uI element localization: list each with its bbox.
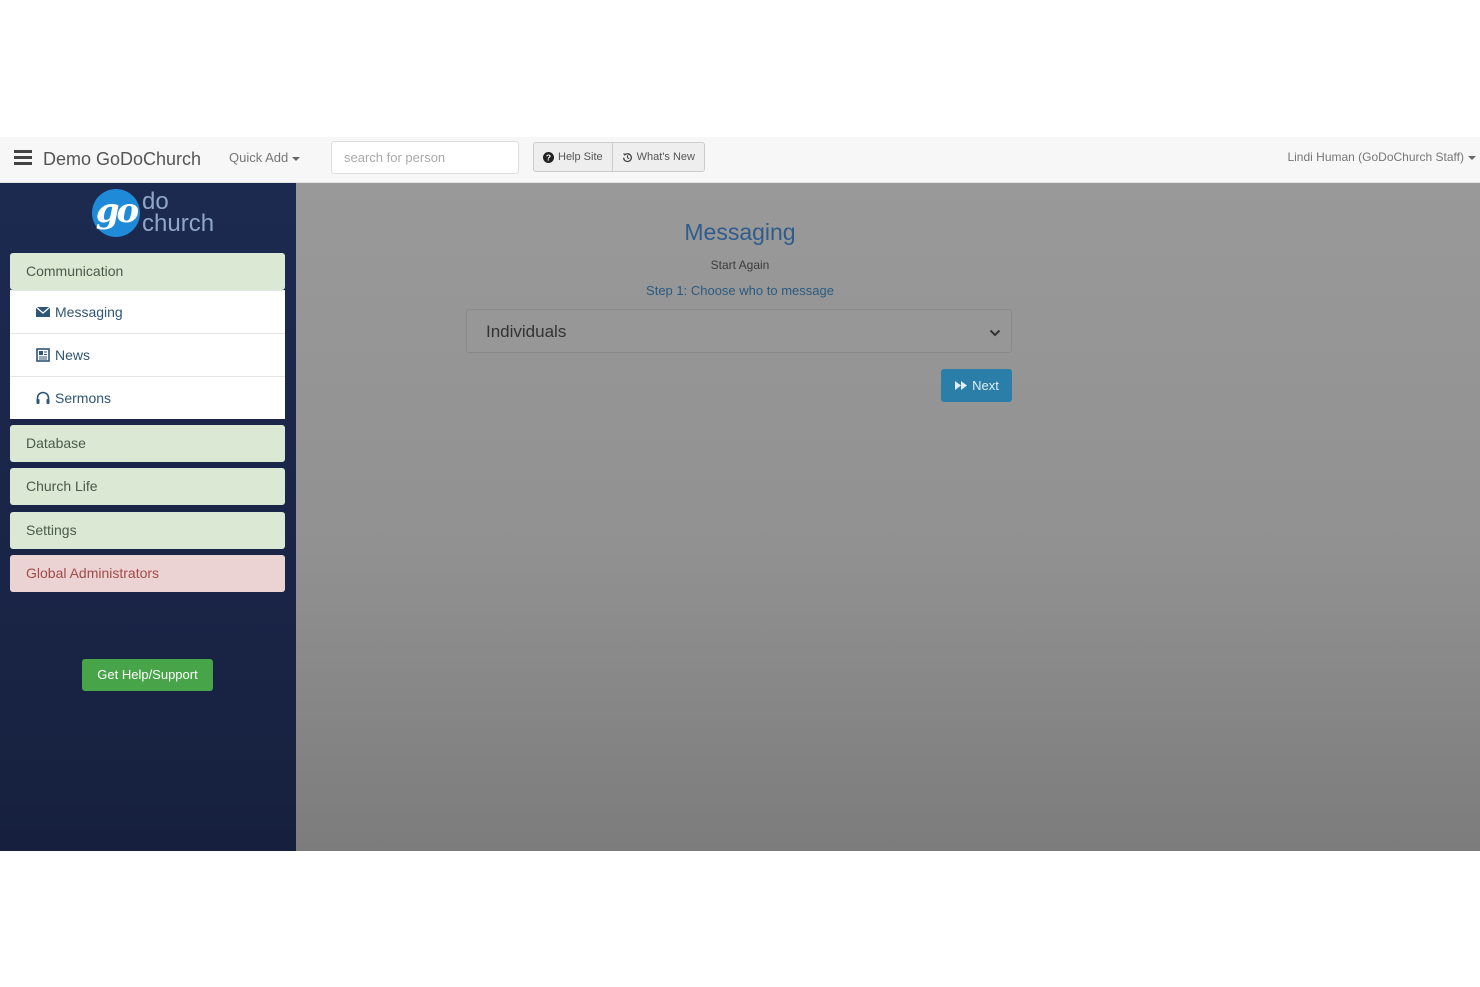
sidebar-item-database[interactable]: Database (10, 425, 285, 462)
logo-text-church: church (142, 210, 215, 237)
messaging-label: Messaging (55, 304, 123, 320)
global-admins-menu: Global Administrators (10, 555, 285, 592)
sidebar: go do church Communication Messaging New… (0, 183, 296, 851)
start-again-link[interactable]: Start Again (296, 258, 1184, 272)
sidebar-item-messaging[interactable]: Messaging (10, 290, 285, 333)
step-instruction: Step 1: Choose who to message (646, 283, 834, 298)
caret-down-icon (292, 156, 301, 161)
sidebar-item-settings[interactable]: Settings (10, 512, 285, 549)
app-window: Demo GoDoChurch Quick Add ? Help Site Wh… (0, 137, 1480, 851)
main-content: Messaging Start Again Step 1: Choose who… (296, 183, 1480, 851)
chevron-down-icon (989, 325, 1001, 343)
get-help-support-button[interactable]: Get Help/Support (82, 659, 213, 691)
news-label: News (55, 347, 91, 363)
recipient-type-select[interactable]: Individuals (466, 309, 1012, 353)
sidebar-item-communication[interactable]: Communication (10, 253, 285, 290)
help-button-group: ? Help Site What's New (533, 142, 705, 172)
next-button[interactable]: Next (941, 369, 1012, 402)
whats-new-label: What's New (636, 151, 695, 163)
whats-new-button[interactable]: What's New (612, 142, 705, 172)
sidebar-item-church-life[interactable]: Church Life (10, 468, 285, 505)
search-person-input[interactable] (331, 141, 519, 174)
help-site-button[interactable]: ? Help Site (533, 142, 613, 172)
svg-text:?: ? (546, 152, 551, 162)
menu-icon[interactable] (14, 150, 32, 166)
sidebar-item-sermons[interactable]: Sermons (10, 376, 285, 419)
quick-add-label: Quick Add (229, 150, 289, 165)
help-site-label: Help Site (558, 151, 603, 163)
brand-title[interactable]: Demo GoDoChurch (43, 149, 201, 170)
user-name: Lindi Human (GoDoChurch Staff) (1287, 150, 1464, 164)
caret-down-icon (1468, 155, 1476, 160)
godochurch-logo[interactable]: go do church (92, 187, 222, 239)
newspaper-icon (35, 347, 51, 363)
top-navbar: Demo GoDoChurch Quick Add ? Help Site Wh… (0, 137, 1480, 183)
headphones-icon (35, 390, 51, 406)
settings-menu: Settings (10, 512, 285, 549)
sermons-label: Sermons (55, 390, 112, 406)
envelope-icon (35, 304, 51, 320)
communication-submenu: Messaging News Sermons (10, 290, 285, 419)
recipient-type-value: Individuals (486, 322, 567, 341)
question-circle-icon: ? (543, 151, 554, 163)
history-icon (622, 152, 633, 163)
logo-mark: go (92, 189, 140, 237)
church-life-menu: Church Life (10, 468, 285, 505)
sidebar-item-news[interactable]: News (10, 333, 285, 376)
user-menu-dropdown[interactable]: Lindi Human (GoDoChurch Staff) (1287, 150, 1476, 164)
page-title: Messaging (684, 219, 796, 245)
next-label: Next (972, 378, 999, 393)
quick-add-dropdown[interactable]: Quick Add (229, 150, 301, 165)
database-menu: Database (10, 425, 285, 462)
fast-forward-icon (954, 380, 968, 391)
sidebar-item-global-administrators[interactable]: Global Administrators (10, 555, 285, 592)
communication-menu: Communication Messaging News Sermons (10, 253, 285, 419)
